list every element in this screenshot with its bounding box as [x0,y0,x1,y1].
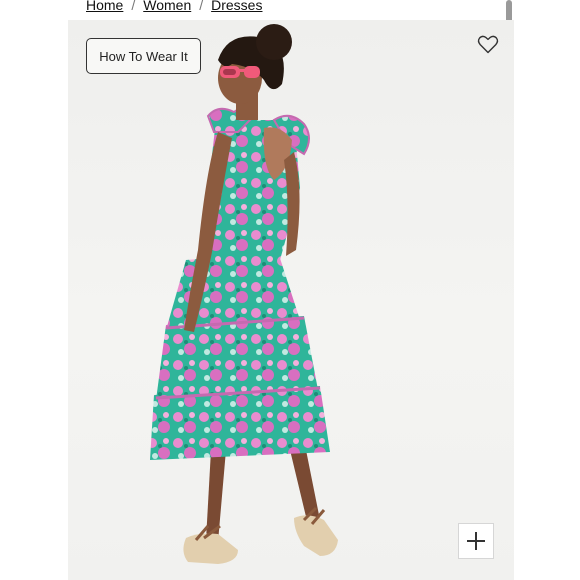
breadcrumb-women[interactable]: Women [143,0,191,13]
left-margin [0,0,68,580]
plus-icon [467,532,485,550]
zoom-button[interactable] [458,523,494,559]
right-margin [514,0,580,580]
breadcrumb: Home / Women / Dresses [86,0,262,14]
breadcrumb-separator: / [199,0,204,13]
breadcrumb-dresses[interactable]: Dresses [211,0,262,13]
model-illustration [150,24,338,564]
breadcrumb-separator: / [131,0,136,13]
heart-outline-icon[interactable] [476,32,500,56]
product-image[interactable]: How To Wear It [68,20,514,580]
how-to-wear-it-button[interactable]: How To Wear It [86,38,201,74]
breadcrumb-home[interactable]: Home [86,0,123,13]
